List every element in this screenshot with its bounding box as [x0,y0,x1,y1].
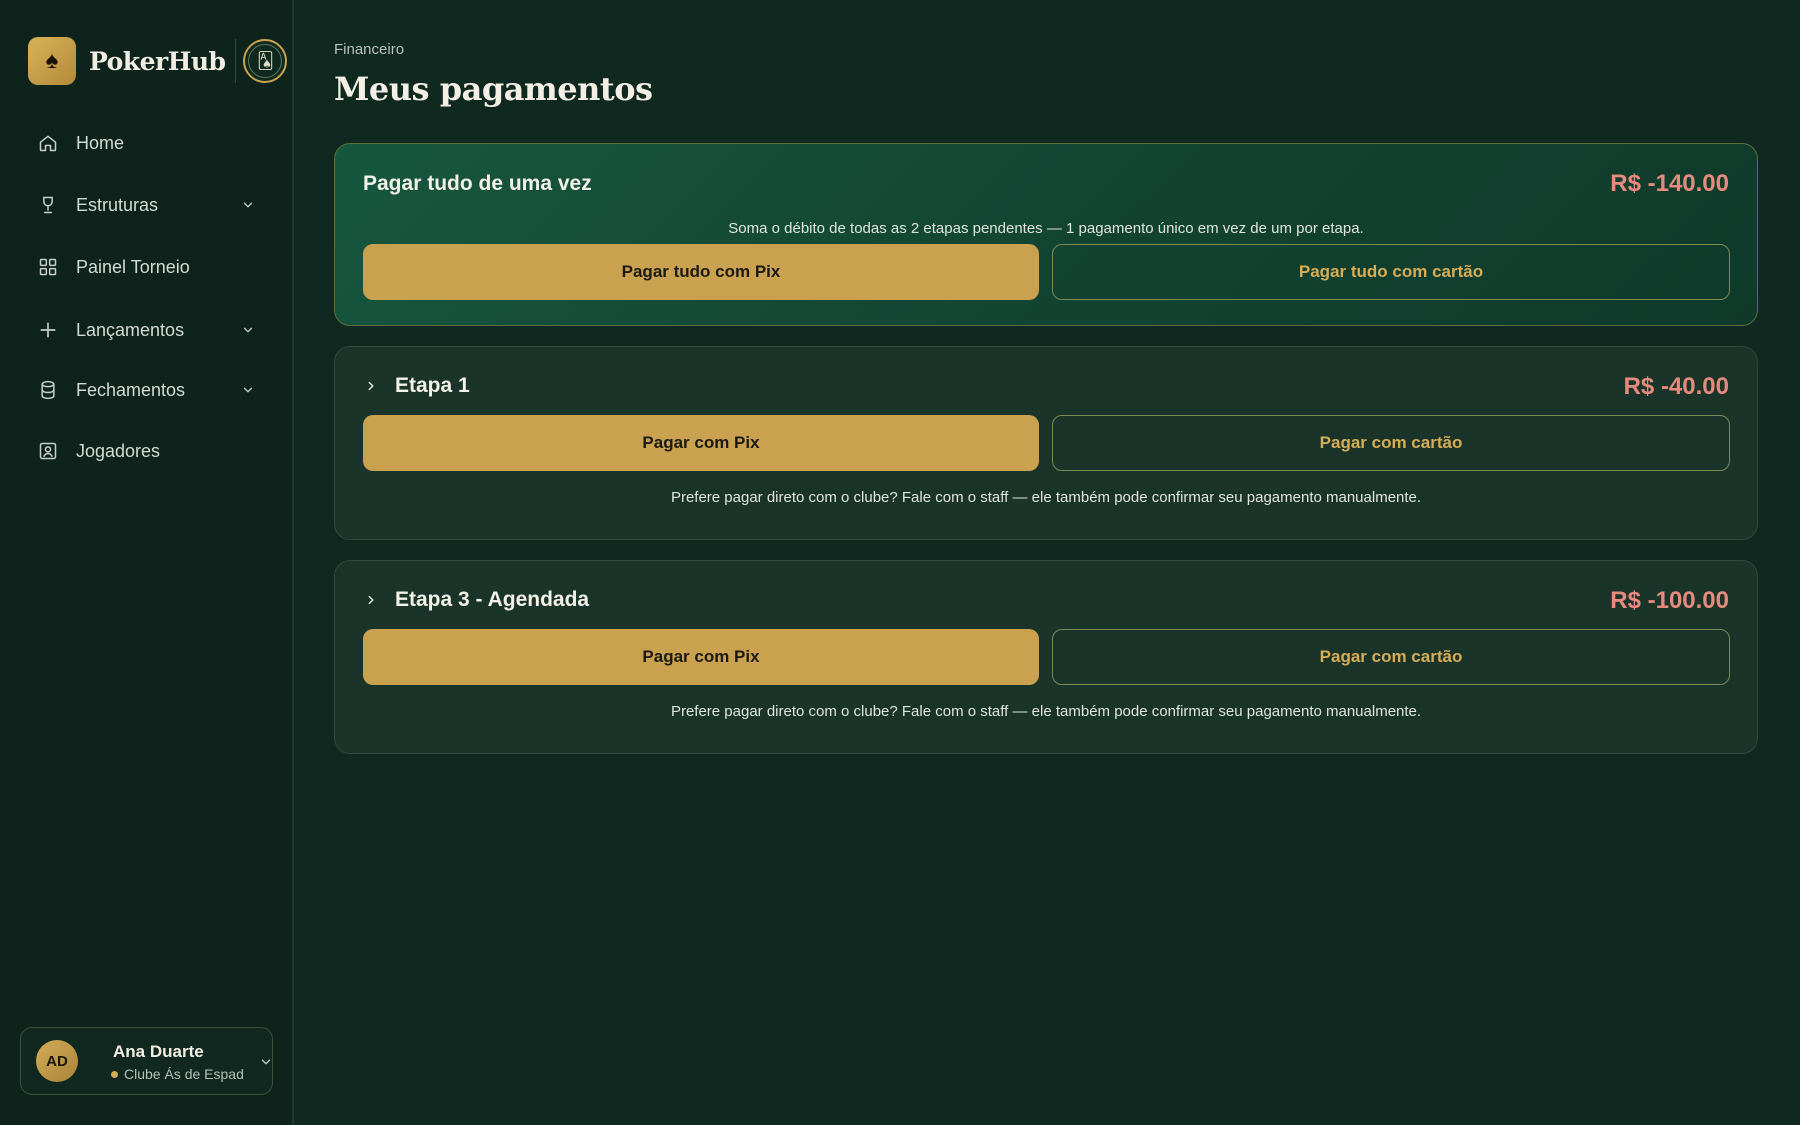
step-amount: R$ -100.00 [1610,587,1729,614]
breadcrumb: Financeiro [334,41,405,58]
sidebar-item-label: Painel Torneio [76,256,190,277]
pay-all-title: Pagar tudo de uma vez [363,172,592,195]
user-menu[interactable]: AD Ana Duarte Clube Ás de Espad [20,1027,273,1095]
chevron-right-icon [363,378,379,394]
status-dot [111,1070,118,1078]
step-amount: R$ -40.00 [1623,373,1729,400]
user-card-icon [36,439,60,463]
user-club-label: Clube Ás de Espad [124,1066,244,1082]
sidebar-item-label: Fechamentos [76,379,186,400]
page-title: Meus pagamentos [334,70,653,108]
sidebar-item-label: Home [76,132,125,153]
step-title: Etapa 1 [395,374,470,397]
step-card: Etapa 1 R$ -40.00 Pagar com Pix Pagar co… [334,346,1758,540]
grid-icon [36,255,60,279]
sidebar-item-estruturas[interactable]: Estruturas [0,180,292,230]
step-note: Prefere pagar direto com o clube? Fale c… [670,489,1422,506]
pay-all-card-button[interactable]: Pagar tudo com cartão [1052,244,1730,300]
spade-icon: ♠ [28,37,76,85]
step-toggle[interactable]: Etapa 1 [363,374,470,398]
pay-all-subtitle: Soma o débito de todas as 2 etapas pende… [728,220,1364,237]
sidebar-item-fechamentos[interactable]: Fechamentos [0,365,292,415]
pay-all-pix-button[interactable]: Pagar tudo com Pix [363,244,1039,300]
brand-divider [235,39,237,83]
sidebar: ♠ PokerHub 🂡 Home Estruturas Painel Torn… [0,0,294,1125]
pay-pix-button[interactable]: Pagar com Pix [363,629,1039,685]
step-card: Etapa 3 - Agendada R$ -100.00 Pagar com … [334,560,1758,754]
plus-icon [36,318,60,342]
pay-pix-button[interactable]: Pagar com Pix [363,415,1039,471]
chevron-right-icon [363,592,379,608]
brand[interactable]: ♠ PokerHub 🂡 [28,37,288,85]
pay-all-amount: R$ -140.00 [1610,170,1729,197]
brand-name: PokerHub [89,46,226,76]
sidebar-item-lancamentos[interactable]: Lançamentos [0,305,292,355]
sidebar-item-home[interactable]: Home [0,118,292,168]
main-content: Financeiro Meus pagamentos Pagar tudo de… [294,0,1800,1125]
trophy-icon [36,193,60,217]
pay-all-card: Pagar tudo de uma vez R$ -140.00 Soma o … [334,143,1758,326]
sidebar-item-label: Estruturas [76,194,159,215]
pay-card-button[interactable]: Pagar com cartão [1052,629,1730,685]
sidebar-item-painel-torneio[interactable]: Painel Torneio [0,242,292,292]
chevron-down-icon [240,197,256,213]
chevron-down-icon [240,382,256,398]
sidebar-item-label: Jogadores [76,440,161,461]
sidebar-item-jogadores[interactable]: Jogadores [0,426,292,476]
chevron-down-icon [259,1055,273,1069]
user-club: Clube Ás de Espad [111,1066,244,1082]
pay-card-button[interactable]: Pagar com cartão [1052,415,1730,471]
step-title: Etapa 3 - Agendada [395,588,590,611]
club-seal-icon: 🂡 [243,39,288,83]
step-toggle[interactable]: Etapa 3 - Agendada [363,588,589,612]
chevron-down-icon [240,322,256,338]
step-note: Prefere pagar direto com o clube? Fale c… [670,703,1422,720]
database-icon [36,378,60,402]
home-icon [36,131,60,155]
avatar: AD [36,1040,78,1082]
user-name: Ana Duarte [113,1042,204,1061]
sidebar-item-label: Lançamentos [76,319,185,340]
